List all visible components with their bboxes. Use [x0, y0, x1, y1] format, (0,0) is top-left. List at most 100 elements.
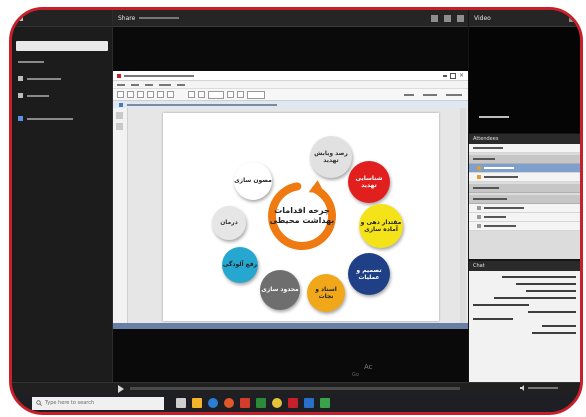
bookmarks-icon[interactable]: [116, 123, 123, 130]
excel-icon[interactable]: [256, 398, 266, 408]
user-icon: [477, 175, 481, 179]
task-view-icon[interactable]: [176, 398, 186, 408]
pdf-status-bar: [113, 323, 468, 329]
tools-tab[interactable]: [404, 93, 414, 96]
right-column: Video Attendees Chat: [469, 10, 580, 382]
save-icon[interactable]: [137, 91, 144, 98]
windows-activation-subtext: Go: [352, 372, 359, 378]
print-icon[interactable]: [147, 91, 154, 98]
page-thumbnails-icon[interactable]: [116, 112, 123, 119]
attendee-row[interactable]: [469, 204, 580, 213]
attendee-row[interactable]: [469, 164, 580, 173]
menu-view[interactable]: [145, 83, 153, 86]
firefox-icon[interactable]: [224, 398, 234, 408]
cycle-bubble: تصمیم و عملیات: [348, 253, 390, 295]
attendee-section-participants[interactable]: [469, 195, 580, 204]
attendee-name: [484, 225, 516, 227]
video-pod-title: Video: [474, 14, 491, 22]
info-icon: [119, 103, 123, 107]
menu-file[interactable]: [117, 83, 125, 86]
previous-page-icon[interactable]: [188, 91, 195, 98]
cycle-bubble: مصون سازی: [234, 162, 272, 200]
left-panel: [12, 10, 113, 382]
attendee-row[interactable]: [469, 213, 580, 222]
cycle-bubble: رصد ویابش تهدید: [310, 136, 352, 178]
left-panel-header: [12, 10, 112, 27]
play-icon[interactable]: [118, 385, 124, 393]
chat-message: [473, 318, 513, 320]
comment-tab[interactable]: [446, 93, 462, 96]
chat-message: [528, 311, 576, 313]
search-icon[interactable]: [167, 91, 174, 98]
chat-message: [542, 325, 576, 327]
file-explorer-icon[interactable]: [192, 398, 202, 408]
layout-icon[interactable]: [444, 14, 451, 22]
adobe-connect-icon[interactable]: [288, 398, 298, 408]
diagram-center-title: چرخه اقدامات بهداشت محیطی: [269, 206, 335, 225]
fill-sign-tab[interactable]: [423, 93, 437, 96]
zoom-level-field[interactable]: [247, 90, 265, 99]
pdf-info-text: [127, 104, 277, 106]
left-panel-item[interactable]: [12, 72, 112, 85]
chat-message: [502, 276, 576, 278]
attendees-pod-header: Attendees: [469, 134, 580, 144]
attendee-row[interactable]: [469, 222, 580, 231]
home-tab-icon[interactable]: [117, 91, 124, 98]
left-panel-search-input[interactable]: [16, 41, 108, 51]
left-panel-item[interactable]: [12, 89, 112, 102]
left-panel-item[interactable]: [12, 55, 112, 68]
section-label: [473, 187, 499, 189]
attendee-section-hosts[interactable]: [469, 155, 580, 164]
pdf-app-icon: [117, 73, 121, 78]
recording-player-bar: [12, 382, 580, 394]
maximize-icon[interactable]: [449, 72, 456, 79]
zoom-in-icon[interactable]: [237, 91, 244, 98]
pdf-menubar: [113, 81, 468, 89]
user-icon: [477, 206, 481, 210]
video-pod-options-icon[interactable]: [569, 14, 576, 22]
attendee-section-presenters[interactable]: [469, 184, 580, 193]
minimize-icon[interactable]: [442, 74, 447, 77]
acrobat-icon[interactable]: [240, 398, 250, 408]
app-icon[interactable]: [320, 398, 330, 408]
email-icon[interactable]: [157, 91, 164, 98]
next-page-icon[interactable]: [198, 91, 205, 98]
close-icon[interactable]: ×: [459, 72, 464, 79]
cycle-bubble: محدود سازی: [260, 270, 300, 310]
pod-options-icon[interactable]: [457, 14, 464, 22]
chat-pod: Chat: [469, 261, 580, 382]
active-speakers-row[interactable]: [469, 144, 580, 153]
section-label: [473, 198, 507, 200]
windows-taskbar: Type here to search: [12, 394, 580, 412]
cycle-bubble: مقتدار دهی و آماده سازی: [359, 204, 403, 248]
chat-message: [494, 297, 576, 299]
menu-icon[interactable]: [18, 15, 23, 21]
open-icon[interactable]: [127, 91, 134, 98]
share-pod-subtitle: [139, 17, 180, 19]
sharing-item[interactable]: [12, 112, 112, 125]
photo-frame: Share × رصد ویابش تهدید شناسایی تهدید مق…: [9, 7, 583, 415]
seek-bar[interactable]: [130, 387, 460, 390]
volume-icon[interactable]: [520, 385, 560, 391]
attendee-name: [484, 176, 518, 178]
pdf-viewer-window: × رصد ویابش تهدید شناسایی تهدید مقتدار د…: [113, 71, 468, 323]
edge-browser-icon[interactable]: [208, 398, 218, 408]
attendee-row[interactable]: [469, 173, 580, 182]
content-icon: [18, 93, 23, 98]
chrome-icon[interactable]: [272, 398, 282, 408]
pdf-scrollbar[interactable]: [460, 108, 466, 323]
zoom-out-icon[interactable]: [227, 91, 234, 98]
word-icon[interactable]: [304, 398, 314, 408]
pdf-document-area: رصد ویابش تهدید شناسایی تهدید مقتدار دهی و…: [113, 108, 468, 323]
menu-window[interactable]: [159, 83, 171, 86]
taskbar-search-box[interactable]: Type here to search: [32, 396, 164, 410]
fullscreen-icon[interactable]: [431, 14, 438, 22]
share-pod-title: Share: [118, 14, 136, 22]
chat-pod-header: Chat: [469, 261, 580, 271]
menu-help[interactable]: [177, 83, 185, 86]
sharing-item-label: [27, 117, 73, 120]
page-number-field[interactable]: [208, 90, 224, 99]
cycle-bubble: رفع آلودگی: [222, 247, 258, 283]
menu-edit[interactable]: [131, 83, 139, 86]
attendees-pod: Attendees: [469, 134, 580, 259]
